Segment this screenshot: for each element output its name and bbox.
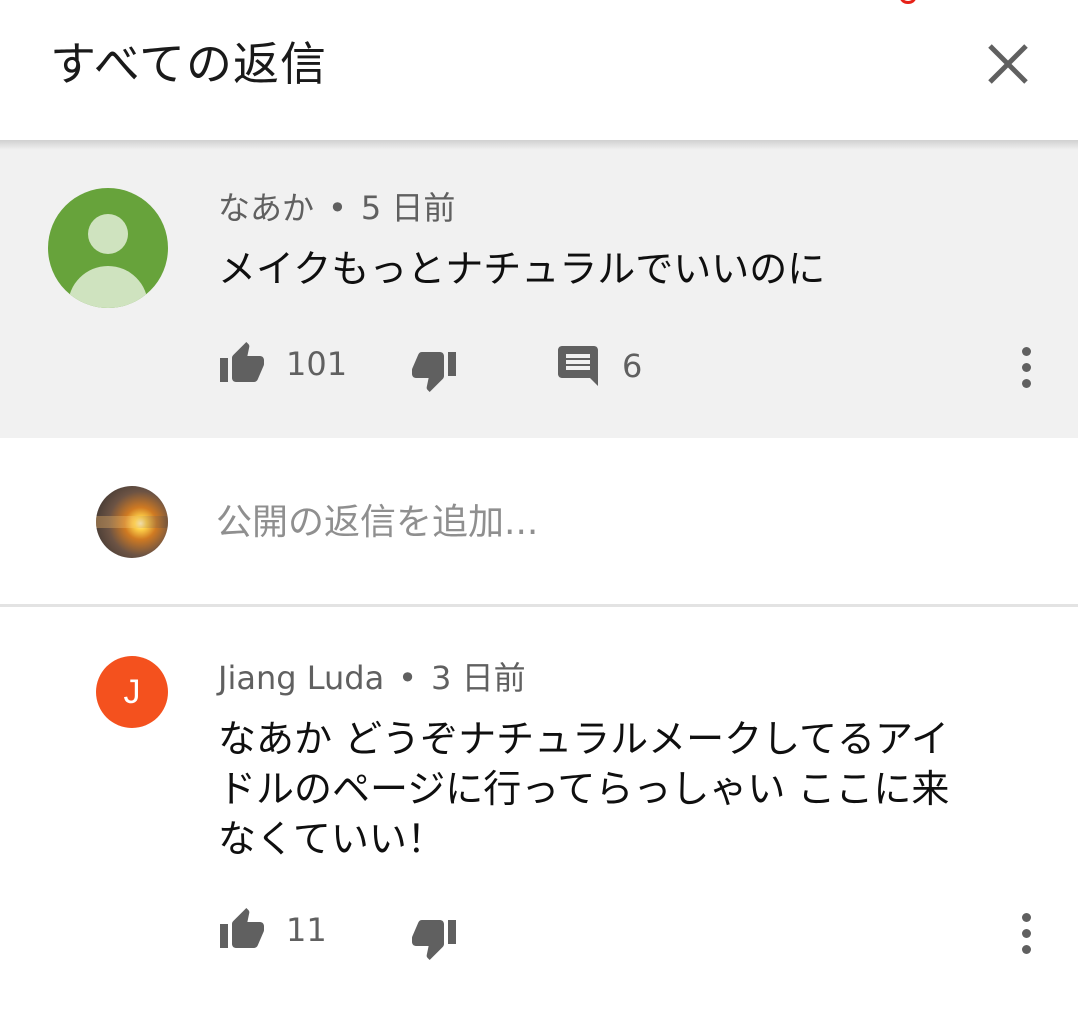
reply-count-button[interactable]: 6 <box>554 342 642 390</box>
comment-meta: Jiang Luda • 3 日前 <box>218 658 526 698</box>
replies-panel: すべての返信 なあか • 5 日前 メイクもっとナチュラルでいいのに 101 6… <box>0 0 1078 1035</box>
comment-text: なくていい！ <box>218 817 445 861</box>
thumb-down-icon <box>412 352 456 392</box>
default-avatar-head <box>88 214 128 254</box>
thumb-down-icon <box>412 920 456 960</box>
comment-text: メイクもっとナチュラルでいいのに <box>218 247 826 291</box>
avatar[interactable]: J <box>96 656 168 728</box>
header: すべての返信 <box>0 0 1078 140</box>
dislike-button[interactable] <box>410 346 458 394</box>
header-shadow <box>0 140 1078 150</box>
divider <box>0 604 1078 607</box>
parent-comment: なあか • 5 日前 メイクもっとナチュラルでいいのに 101 6 <box>0 140 1078 438</box>
comment-meta: なあか • 5 日前 <box>218 188 455 228</box>
thumb-up-icon <box>220 342 264 382</box>
like-count: 101 <box>286 345 348 383</box>
comment-time[interactable]: 5 日前 <box>361 189 456 227</box>
more-dot <box>1021 363 1031 372</box>
reply-count: 6 <box>622 347 643 385</box>
more-dot <box>1021 347 1031 356</box>
add-reply-row: 公開の返信を追加... <box>0 438 1078 606</box>
comment-time[interactable]: 3 日前 <box>431 659 526 697</box>
page-title: すべての返信 <box>50 37 327 91</box>
my-avatar <box>96 486 168 558</box>
comment-author[interactable]: Jiang Luda <box>218 659 384 697</box>
more-dot <box>1021 379 1031 388</box>
comment-author[interactable]: なあか <box>218 189 314 227</box>
meta-separator: • <box>398 659 418 697</box>
more-options-button[interactable] <box>1011 913 1041 963</box>
more-dot <box>1021 929 1031 938</box>
thumb-up-icon <box>220 908 264 948</box>
close-button[interactable] <box>980 36 1036 92</box>
dislike-button[interactable] <box>410 914 458 962</box>
avatar[interactable] <box>48 188 168 308</box>
reply-input[interactable]: 公開の返信を追加... <box>216 498 1016 548</box>
default-avatar-body <box>68 266 148 308</box>
comment-icon <box>558 346 598 386</box>
more-options-button[interactable] <box>1011 347 1041 397</box>
like-button[interactable]: 101 <box>218 340 347 388</box>
more-dot <box>1021 945 1031 954</box>
comment-text: なあか どうぞナチュラルメークしてるアイ <box>218 717 950 761</box>
like-button[interactable]: 11 <box>218 906 327 954</box>
comment-text: ドルのページに行ってらっしゃい ここに来 <box>218 767 950 811</box>
like-count: 11 <box>286 911 327 949</box>
meta-separator: • <box>328 189 347 227</box>
close-icon <box>988 44 1028 84</box>
more-dot <box>1021 913 1031 922</box>
